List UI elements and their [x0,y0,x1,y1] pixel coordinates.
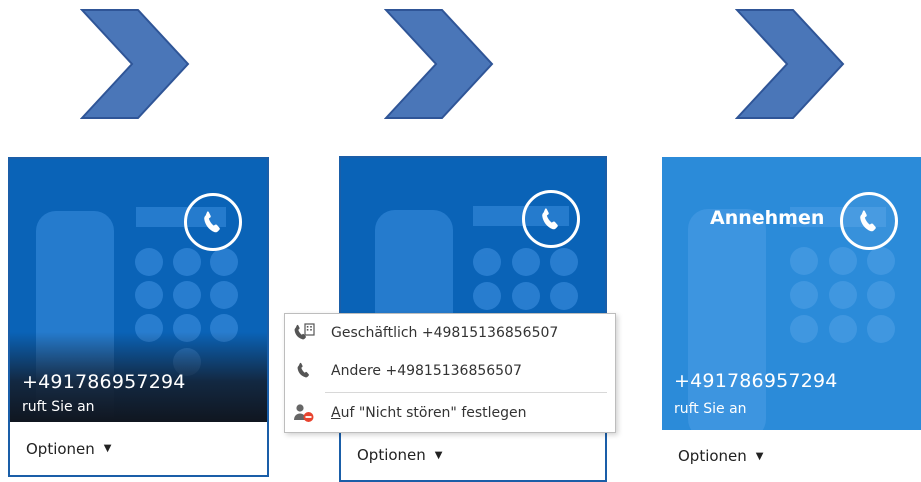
answer-call-button[interactable] [840,192,898,250]
options-dropdown[interactable]: Optionen ▼ [662,430,921,482]
chevron-right-icon [384,9,494,119]
menu-item-other-phone[interactable]: Andere +49815136856507 [285,354,615,388]
phone-handset-icon [204,211,220,233]
menu-item-do-not-disturb[interactable]: Auf "Nicht stören" festlegen [285,396,615,430]
menu-item-label: Andere +49815136856507 [331,363,522,379]
phone-handset-icon [285,362,323,380]
accept-call-label[interactable]: Annehmen [710,207,824,229]
options-label: Optionen [26,439,95,458]
caret-down-icon: ▼ [755,450,764,462]
caller-number: +491786957294 [22,371,186,393]
options-label: Optionen [678,447,747,465]
business-phone-icon [285,323,323,343]
caret-down-icon: ▼ [434,449,443,461]
menu-item-label: Geschäftlich +49815136856507 [331,325,559,341]
caller-status: ruft Sie an [674,401,747,417]
options-dropdown[interactable]: Optionen ▼ [10,422,267,475]
incoming-call-toast-3: Annehmen +491786957294 ruft Sie an Optio… [662,157,921,482]
menu-item-label: Auf "Nicht stören" festlegen [331,405,527,421]
menu-item-business-phone[interactable]: Geschäftlich +49815136856507 [285,316,615,350]
phone-handset-icon [860,210,876,232]
caller-status: ruft Sie an [22,399,95,415]
toast-body: Annehmen +491786957294 ruft Sie an [662,157,921,430]
incoming-call-toast-1: +491786957294 ruft Sie an Optionen ▼ [8,157,269,477]
chevron-right-icon [735,9,845,119]
options-menu: Geschäftlich +49815136856507 Andere +498… [284,313,616,433]
menu-separator [325,392,607,393]
options-label: Optionen [357,446,426,464]
answer-call-button[interactable] [522,190,580,248]
options-dropdown[interactable]: Optionen ▼ [341,430,605,480]
caret-down-icon: ▼ [103,443,112,454]
toast-body: +491786957294 ruft Sie an [10,159,267,422]
answer-call-button[interactable] [184,193,242,251]
chevron-right-icon [80,9,190,119]
do-not-disturb-icon [285,403,323,423]
phone-handset-icon [542,208,558,230]
caller-number: +491786957294 [674,370,838,392]
